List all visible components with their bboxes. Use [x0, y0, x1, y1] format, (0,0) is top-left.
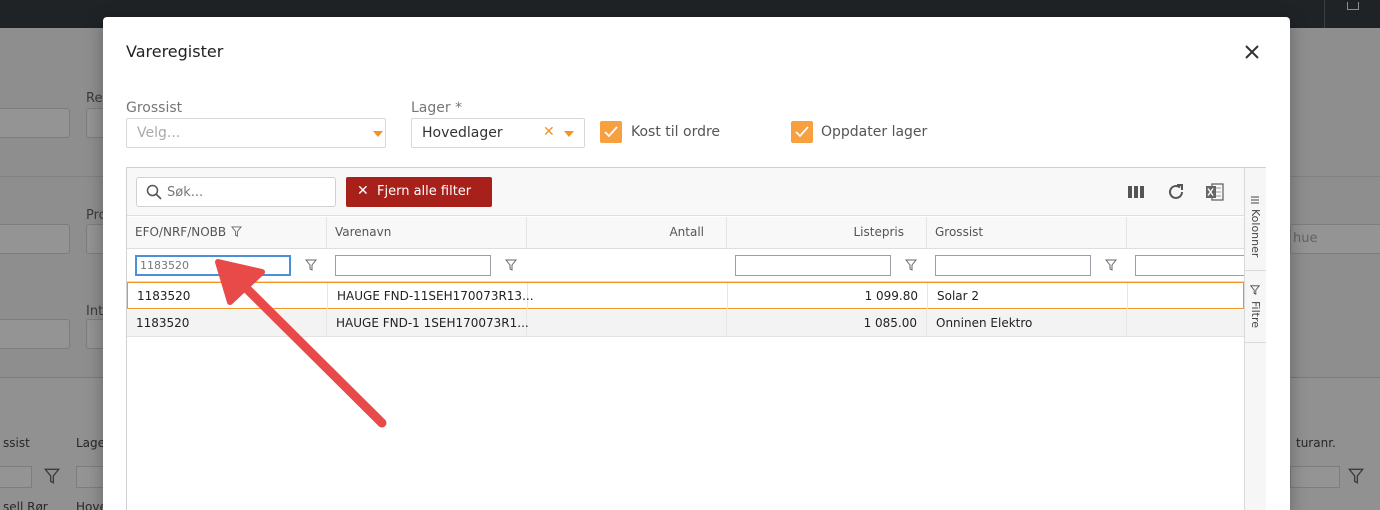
tab-filters-label: Filtre	[1249, 301, 1262, 329]
check-icon	[604, 126, 618, 138]
filter-icon	[231, 226, 242, 237]
chevron-down-icon[interactable]	[373, 131, 383, 137]
filter-icon[interactable]	[1105, 259, 1117, 271]
cell-varenavn: HAUGE FND-11SEH170073R13...	[337, 289, 534, 303]
table-row[interactable]: 1183520 HAUGE FND-1 1SEH170073R1... 1 08…	[127, 310, 1244, 337]
grossist-label: Grossist	[126, 100, 183, 116]
filter-icon[interactable]	[505, 259, 517, 271]
column-header-antall[interactable]: Antall	[527, 217, 727, 248]
oppdater-lager-label: Oppdater lager	[821, 124, 928, 140]
chevron-down-icon[interactable]	[564, 131, 574, 137]
search-box[interactable]	[136, 177, 336, 207]
extra-filter-input[interactable]	[1135, 255, 1244, 276]
varenavn-filter-input[interactable]	[335, 255, 491, 276]
filter-icon	[1250, 285, 1260, 295]
refresh-icon[interactable]	[1166, 182, 1188, 204]
filter-row	[127, 250, 1244, 282]
lager-label: Lager *	[411, 100, 463, 116]
cell-grossist: Onninen Elektro	[936, 316, 1033, 330]
lager-value: Hovedlager	[422, 125, 503, 141]
menu-icon	[1251, 196, 1259, 204]
dialog-title: Vareregister	[126, 42, 224, 61]
tab-filters[interactable]: Filtre	[1245, 271, 1266, 343]
grossist-placeholder: Velg...	[137, 125, 181, 141]
cell-varenavn: HAUGE FND-1 1SEH170073R1...	[336, 316, 529, 330]
listepris-filter-input[interactable]	[735, 255, 891, 276]
column-header-grossist[interactable]: Grossist	[927, 217, 1127, 248]
close-icon: ✕	[357, 183, 369, 199]
item-grid: ✕ Fjern alle filter Kolonner Filtre	[126, 167, 1266, 510]
window-button[interactable]	[1324, 0, 1380, 28]
oppdater-lager-checkbox[interactable]	[791, 121, 813, 143]
item-register-dialog: Vareregister Grossist Velg... Lager * Ho…	[103, 17, 1290, 510]
column-header-extra[interactable]	[1127, 217, 1244, 248]
cell-listepris: 1 085.00	[863, 316, 917, 330]
tab-columns-label: Kolonner	[1249, 209, 1262, 258]
column-header-varenavn[interactable]: Varenavn	[327, 217, 527, 248]
column-header-efo[interactable]: EFO/NRF/NOBB	[127, 217, 327, 248]
lager-select[interactable]: Hovedlager ✕	[411, 118, 585, 148]
grossist-select[interactable]: Velg...	[126, 118, 386, 148]
clear-icon[interactable]: ✕	[543, 124, 555, 140]
window-icon	[1347, 2, 1359, 10]
close-icon	[1245, 45, 1259, 59]
columns-icon[interactable]	[1126, 182, 1148, 204]
side-panel: Kolonner Filtre	[1244, 168, 1266, 510]
tab-columns[interactable]: Kolonner	[1245, 185, 1266, 271]
efo-filter-input[interactable]	[135, 255, 291, 276]
table-row[interactable]: 1183520 HAUGE FND-11SEH170073R13... 1 09…	[127, 282, 1244, 309]
check-icon	[795, 126, 809, 138]
grossist-filter-input[interactable]	[935, 255, 1091, 276]
column-header-listepris[interactable]: Listepris	[727, 217, 927, 248]
filter-icon[interactable]	[905, 259, 917, 271]
close-button[interactable]	[1241, 41, 1263, 63]
cell-listepris: 1 099.80	[864, 289, 918, 303]
grid-header-row: EFO/NRF/NOBB Varenavn Antall Listepris G…	[127, 217, 1244, 249]
grid-toolbar: ✕ Fjern alle filter	[127, 168, 1244, 216]
clear-all-filters-label: Fjern alle filter	[377, 184, 472, 199]
kost-til-ordre-checkbox[interactable]	[600, 121, 622, 143]
clear-all-filters-button[interactable]: ✕ Fjern alle filter	[346, 177, 492, 207]
cell-efo: 1183520	[136, 316, 190, 330]
search-input[interactable]	[167, 183, 327, 201]
filter-icon[interactable]	[305, 259, 317, 271]
kost-til-ordre-label: Kost til ordre	[631, 124, 721, 140]
search-icon	[146, 184, 162, 200]
cell-efo: 1183520	[137, 289, 191, 303]
cell-grossist: Solar 2	[937, 289, 980, 303]
excel-icon[interactable]	[1205, 182, 1227, 204]
